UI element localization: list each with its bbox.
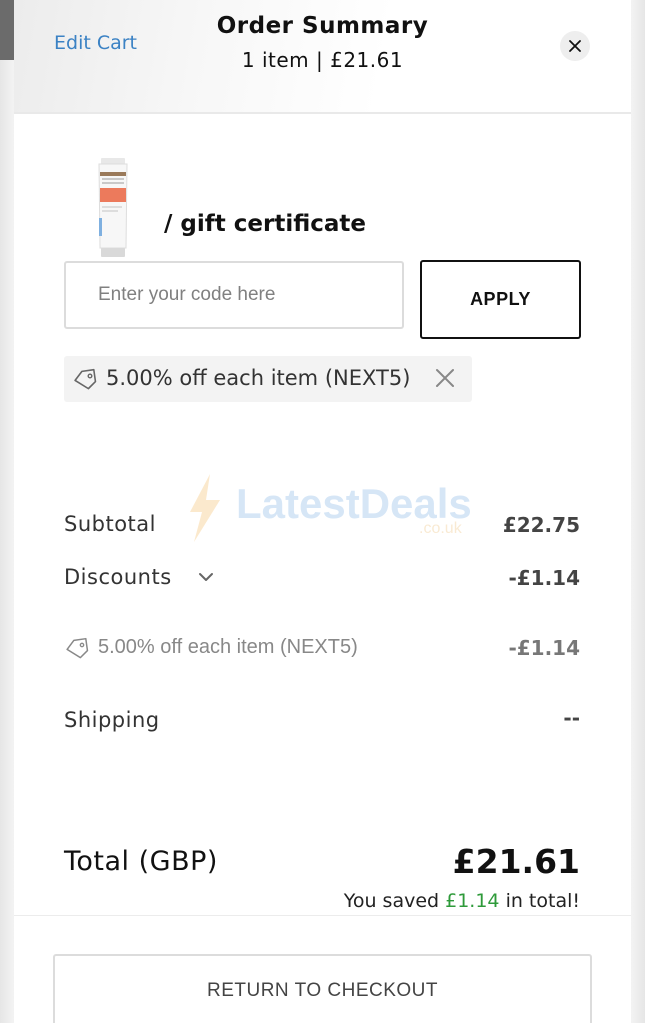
lightning-bolt-icon [190, 474, 220, 542]
promo-code-input[interactable] [64, 261, 404, 329]
order-count-total: 1 item | £21.61 [241, 48, 404, 72]
savings-suffix: in total! [499, 890, 580, 912]
total-label: Total (GBP) [64, 846, 218, 877]
subtotal-value: £22.75 [502, 513, 580, 537]
return-to-checkout-button[interactable]: RETURN TO CHECKOUT [53, 954, 592, 1023]
subtotal-label: Subtotal [64, 512, 156, 536]
total-value: £21.61 [452, 842, 580, 881]
close-button[interactable] [560, 31, 590, 61]
tag-icon [66, 637, 89, 659]
watermark-domain: .co.uk [419, 520, 462, 537]
right-backdrop [631, 0, 645, 1023]
left-backdrop [0, 0, 14, 1023]
close-icon [569, 40, 581, 52]
tag-icon [74, 368, 97, 390]
page-title: Order Summary [216, 13, 429, 39]
shipping-label: Shipping [64, 708, 160, 732]
savings-note: You saved £1.14 in total! [344, 890, 580, 912]
discounts-value: -£1.14 [508, 566, 580, 590]
discount-line-value: -£1.14 [508, 636, 580, 660]
order-summary-panel: Edit Cart Order Summary 1 item | £21.61 … [14, 0, 631, 1023]
remove-promo-icon[interactable] [434, 367, 456, 389]
apply-button[interactable]: APPLY [420, 260, 581, 339]
promo-chip-label: 5.00% off each item (NEXT5) [106, 366, 411, 390]
discounts-label[interactable]: Discounts [64, 565, 172, 589]
savings-amount: £1.14 [445, 890, 500, 912]
panel-header: Edit Cart Order Summary 1 item | £21.61 [14, 0, 631, 114]
panel-footer: RETURN TO CHECKOUT [14, 915, 631, 1023]
applied-promo-chip: 5.00% off each item (NEXT5) [64, 356, 472, 402]
shipping-value: -- [563, 706, 580, 730]
savings-prefix: You saved [343, 890, 446, 912]
latestdeals-watermark: LatestDeals .co.uk [184, 472, 474, 544]
chevron-down-icon[interactable] [197, 570, 215, 584]
product-image [98, 158, 128, 257]
gift-certificate-label: / gift certificate [164, 211, 367, 237]
discount-line-label: 5.00% off each item (NEXT5) [98, 636, 358, 658]
